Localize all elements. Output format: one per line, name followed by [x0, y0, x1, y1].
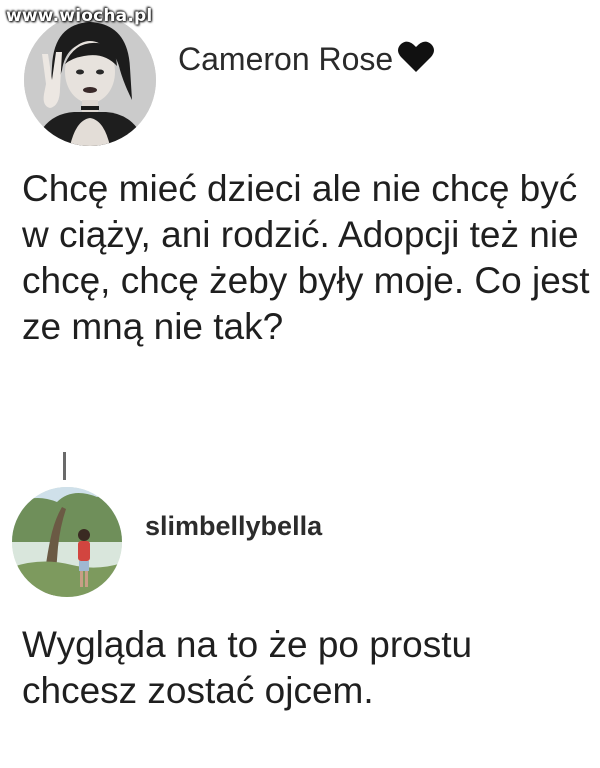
- avatar[interactable]: [12, 487, 122, 597]
- black-heart-icon: [397, 40, 435, 82]
- reply-text: Wygląda na to że po prostu chcesz zostać…: [22, 624, 473, 711]
- watermark: www.wiocha.pl: [6, 6, 153, 26]
- reply-author[interactable]: slimbellybella: [145, 511, 322, 542]
- post-author[interactable]: Cameron Rose: [178, 40, 435, 82]
- avatar[interactable]: [24, 14, 156, 146]
- avatar-photo: [12, 487, 122, 597]
- post-text: Chcę mieć dzieci ale nie chcę być w ciąż…: [22, 168, 590, 347]
- avatar-photo: [24, 14, 156, 146]
- thread-connector: [63, 452, 66, 480]
- post-author-name: Cameron Rose: [178, 41, 394, 77]
